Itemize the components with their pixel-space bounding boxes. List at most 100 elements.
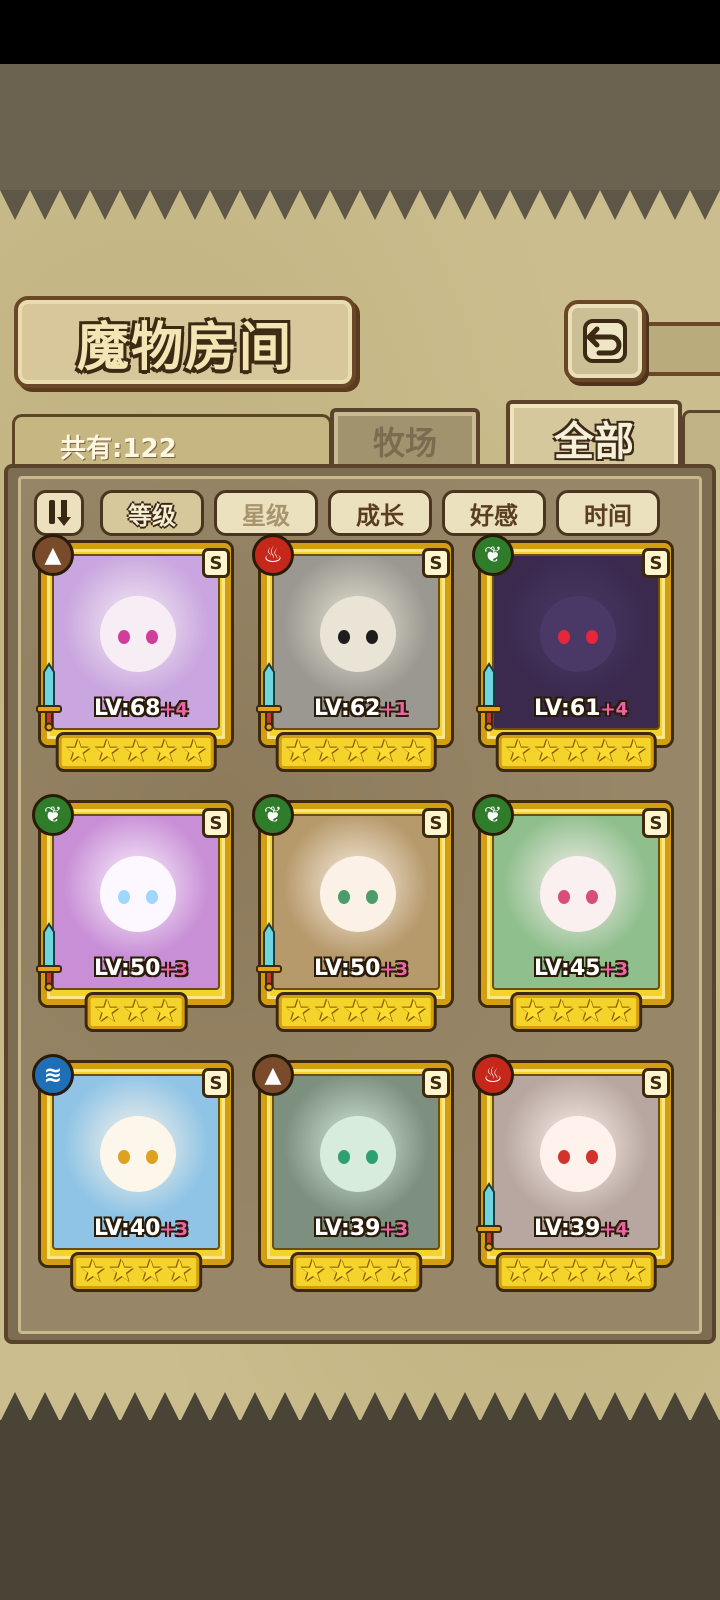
star-rating: ★ ★ ★ ★ ★ <box>275 992 437 1032</box>
level-bonus: +3 <box>380 1219 409 1240</box>
monster-card[interactable]: ♨ S LV:62+1 ★ ★ ★ ★ ★ <box>252 534 454 776</box>
star-rating: ★ ★ ★ ★ ★ <box>55 732 217 772</box>
monster-card[interactable]: ❦ S LV:50+3 ★ ★ ★ ★ ★ <box>252 794 454 1036</box>
monster-eye <box>338 1150 350 1164</box>
monster-face <box>100 596 176 672</box>
fire-icon: ♨ <box>252 534 294 576</box>
star-icon: ★ <box>504 734 532 769</box>
fire-icon: ♨ <box>472 1054 514 1096</box>
rank-badge: S <box>202 548 230 578</box>
star-icon: ★ <box>151 994 179 1029</box>
star-icon: ★ <box>562 734 590 769</box>
star-icon: ★ <box>371 994 399 1029</box>
star-icon: ★ <box>342 734 370 769</box>
star-rating: ★ ★ ★ ★ ★ <box>275 732 437 772</box>
monster-eye <box>558 1150 570 1164</box>
star-icon: ★ <box>93 734 121 769</box>
star-icon: ★ <box>591 1254 619 1289</box>
star-icon: ★ <box>605 994 633 1029</box>
level-bonus: +1 <box>380 699 409 720</box>
level-value: LV:39 <box>534 1216 601 1241</box>
monster-eye <box>338 890 350 904</box>
level-bonus: +4 <box>600 1219 629 1240</box>
star-icon: ★ <box>577 994 604 1029</box>
monster-level: LV:39+4 <box>534 1216 628 1241</box>
monster-face <box>320 596 396 672</box>
monster-face <box>100 1116 176 1192</box>
sword-icon <box>36 662 62 732</box>
monster-face <box>540 856 616 932</box>
monster-eye <box>586 1150 598 1164</box>
monster-card[interactable]: ❦ S LV:45+3 ★ ★ ★ ★ <box>472 794 674 1036</box>
star-icon: ★ <box>284 734 312 769</box>
earth-icon: ▲ <box>32 534 74 576</box>
rank-badge: S <box>642 808 670 838</box>
monster-face <box>100 856 176 932</box>
monster-face <box>320 1116 396 1192</box>
monster-level: LV:40+3 <box>94 1216 188 1241</box>
star-icon: ★ <box>122 994 150 1029</box>
star-icon: ★ <box>519 994 547 1029</box>
monster-level: LV:62+1 <box>314 696 408 721</box>
monster-level: LV:45+3 <box>534 956 628 981</box>
monster-card[interactable]: ▲ S LV:39+3 ★ ★ ★ ★ <box>252 1054 454 1296</box>
earth-icon: ▲ <box>252 1054 294 1096</box>
level-value: LV:68 <box>94 696 161 721</box>
star-icon: ★ <box>137 1254 164 1289</box>
monster-eye <box>558 890 570 904</box>
level-bonus: +3 <box>380 959 409 980</box>
monster-face <box>540 596 616 672</box>
star-rating: ★ ★ ★ ★ <box>290 1252 422 1292</box>
star-icon: ★ <box>591 734 619 769</box>
monster-level: LV:39+3 <box>314 1216 408 1241</box>
rank-badge: S <box>422 548 450 578</box>
monster-grid: ▲ S LV:68+4 ★ ★ ★ ★ ★ ♨ S LV:62+1 ★ ★ ★ ★ ★ ❦ S LV:61+4 ★ ★ ★… <box>0 0 720 1600</box>
star-icon: ★ <box>64 734 92 769</box>
monster-level: LV:68+4 <box>94 696 188 721</box>
star-icon: ★ <box>328 1254 355 1289</box>
sword-icon <box>476 1182 502 1252</box>
level-value: LV:62 <box>314 696 381 721</box>
water-icon: ≋ <box>32 1054 74 1096</box>
rank-badge: S <box>642 548 670 578</box>
monster-eye <box>558 630 570 644</box>
monster-eye <box>146 630 158 644</box>
star-icon: ★ <box>108 1254 135 1289</box>
star-icon: ★ <box>385 1254 413 1289</box>
monster-card[interactable]: ♨ S LV:39+4 ★ ★ ★ ★ ★ <box>472 1054 674 1296</box>
monster-eye <box>118 1150 130 1164</box>
level-bonus: +3 <box>600 959 629 980</box>
level-bonus: +4 <box>160 699 189 720</box>
star-icon: ★ <box>165 1254 193 1289</box>
star-icon: ★ <box>371 734 399 769</box>
rank-badge: S <box>202 808 230 838</box>
monster-eye <box>366 630 378 644</box>
star-rating: ★ ★ ★ ★ ★ <box>495 1252 657 1292</box>
star-icon: ★ <box>180 734 208 769</box>
monster-card[interactable]: ≋ S LV:40+3 ★ ★ ★ ★ <box>32 1054 234 1296</box>
monster-level: LV:61+4 <box>534 696 628 721</box>
sword-icon <box>476 662 502 732</box>
star-icon: ★ <box>299 1254 327 1289</box>
sword-icon <box>36 922 62 992</box>
star-icon: ★ <box>313 994 341 1029</box>
monster-card[interactable]: ▲ S LV:68+4 ★ ★ ★ ★ ★ <box>32 534 234 776</box>
star-icon: ★ <box>533 734 561 769</box>
star-rating: ★ ★ ★ ★ ★ <box>495 732 657 772</box>
monster-eye <box>146 1150 158 1164</box>
level-value: LV:50 <box>94 956 161 981</box>
monster-eye <box>586 630 598 644</box>
leaf-icon: ❦ <box>252 794 294 836</box>
leaf-icon: ❦ <box>32 794 74 836</box>
monster-level: LV:50+3 <box>314 956 408 981</box>
monster-card[interactable]: ❦ S LV:50+3 ★ ★ ★ <box>32 794 234 1036</box>
star-icon: ★ <box>400 734 428 769</box>
sword-icon <box>256 662 282 732</box>
star-rating: ★ ★ ★ ★ <box>70 1252 202 1292</box>
star-icon: ★ <box>620 734 648 769</box>
rank-badge: S <box>202 1068 230 1098</box>
star-icon: ★ <box>533 1254 561 1289</box>
level-value: LV:50 <box>314 956 381 981</box>
rank-badge: S <box>422 808 450 838</box>
monster-card[interactable]: ❦ S LV:61+4 ★ ★ ★ ★ ★ <box>472 534 674 776</box>
